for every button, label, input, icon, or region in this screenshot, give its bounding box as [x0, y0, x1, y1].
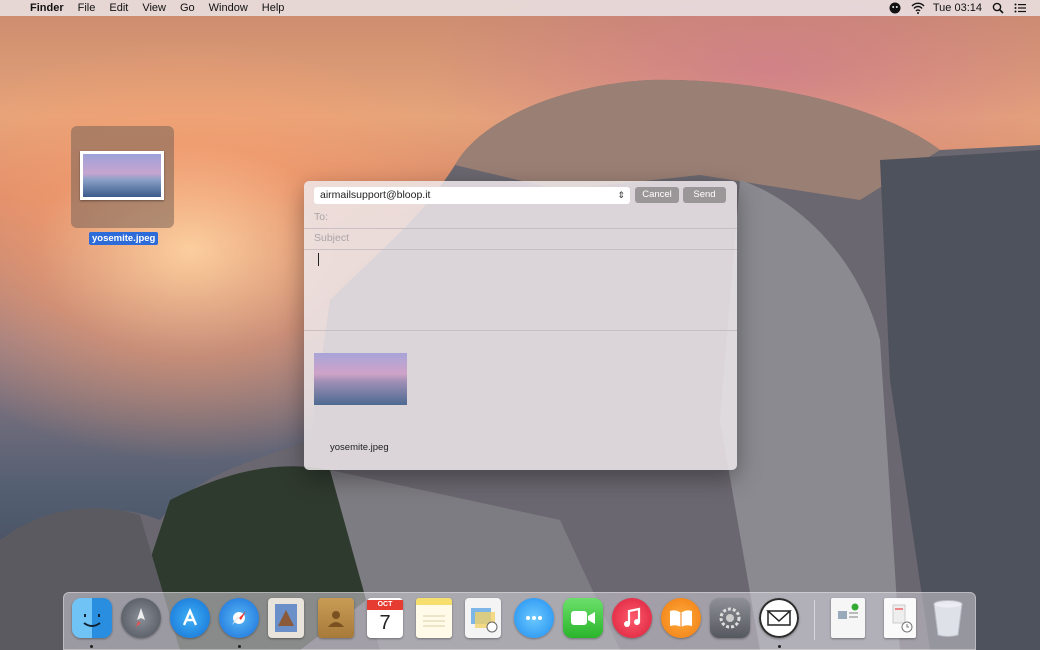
subject-field[interactable]: Subject [304, 229, 737, 250]
reminders-icon[interactable] [465, 598, 501, 638]
subject-field-placeholder: Subject [314, 232, 350, 244]
finder-running-indicator [90, 645, 93, 648]
attachment-thumbnail[interactable] [314, 353, 407, 405]
calendar-month: OCT [367, 600, 403, 610]
facetime-icon[interactable] [563, 598, 603, 638]
select-arrows-icon: ⇕ [617, 190, 625, 200]
app-store-icon[interactable] [170, 598, 210, 638]
safari-running-indicator [238, 645, 241, 648]
menu-edit[interactable]: Edit [102, 0, 135, 16]
contacts-icon[interactable] [318, 598, 354, 638]
ibooks-icon[interactable] [661, 598, 701, 638]
document-icon[interactable] [831, 598, 865, 638]
user-icon[interactable] [889, 2, 901, 14]
menu-window[interactable]: Window [202, 0, 255, 16]
menu-file[interactable]: File [71, 0, 103, 16]
system-preferences-icon[interactable] [710, 598, 750, 638]
trash-icon[interactable] [929, 598, 967, 638]
cancel-button[interactable]: Cancel [635, 187, 679, 203]
body-divider [304, 330, 737, 331]
spotlight-icon[interactable] [992, 2, 1004, 14]
launchpad-icon[interactable] [121, 598, 161, 638]
notes-icon[interactable] [416, 598, 452, 638]
menu-app-name[interactable]: Finder [23, 0, 71, 16]
menu-bar: Finder File Edit View Go Window Help Tue… [0, 0, 1040, 16]
send-button[interactable]: Send [683, 187, 726, 203]
menu-view[interactable]: View [135, 0, 173, 16]
menu-help[interactable]: Help [255, 0, 292, 16]
mail-icon[interactable] [268, 598, 304, 638]
calendar-icon[interactable]: OCT 7 [367, 598, 403, 638]
menubar-clock[interactable]: Tue 03:14 [933, 2, 982, 14]
dock-separator [814, 600, 815, 640]
finder-icon[interactable] [72, 598, 112, 638]
to-field-placeholder: To: [314, 211, 329, 223]
from-account-select[interactable]: airmailsupport@bloop.it ⇕ [314, 187, 630, 204]
messages-icon[interactable] [514, 598, 554, 638]
mail-share-sheet: airmailsupport@bloop.it ⇕ Cancel Send To… [304, 181, 737, 470]
text-caret [318, 253, 319, 266]
itunes-icon[interactable] [612, 598, 652, 638]
airmail-running-indicator [778, 645, 781, 648]
to-field[interactable]: To: [304, 208, 737, 229]
desktop-file-label[interactable]: yosemite.jpeg [89, 232, 159, 245]
calendar-day: 7 [379, 612, 391, 634]
airmail-icon[interactable] [759, 598, 799, 638]
notification-center-icon[interactable] [1014, 2, 1026, 14]
desktop-file-thumbnail[interactable] [80, 151, 164, 200]
recent-items-icon[interactable] [884, 598, 916, 638]
menu-go[interactable]: Go [173, 0, 202, 16]
wifi-icon[interactable] [911, 2, 925, 14]
safari-icon[interactable] [219, 598, 259, 638]
attachment-name: yosemite.jpeg [330, 442, 389, 453]
from-account-value: airmailsupport@bloop.it [320, 189, 431, 201]
